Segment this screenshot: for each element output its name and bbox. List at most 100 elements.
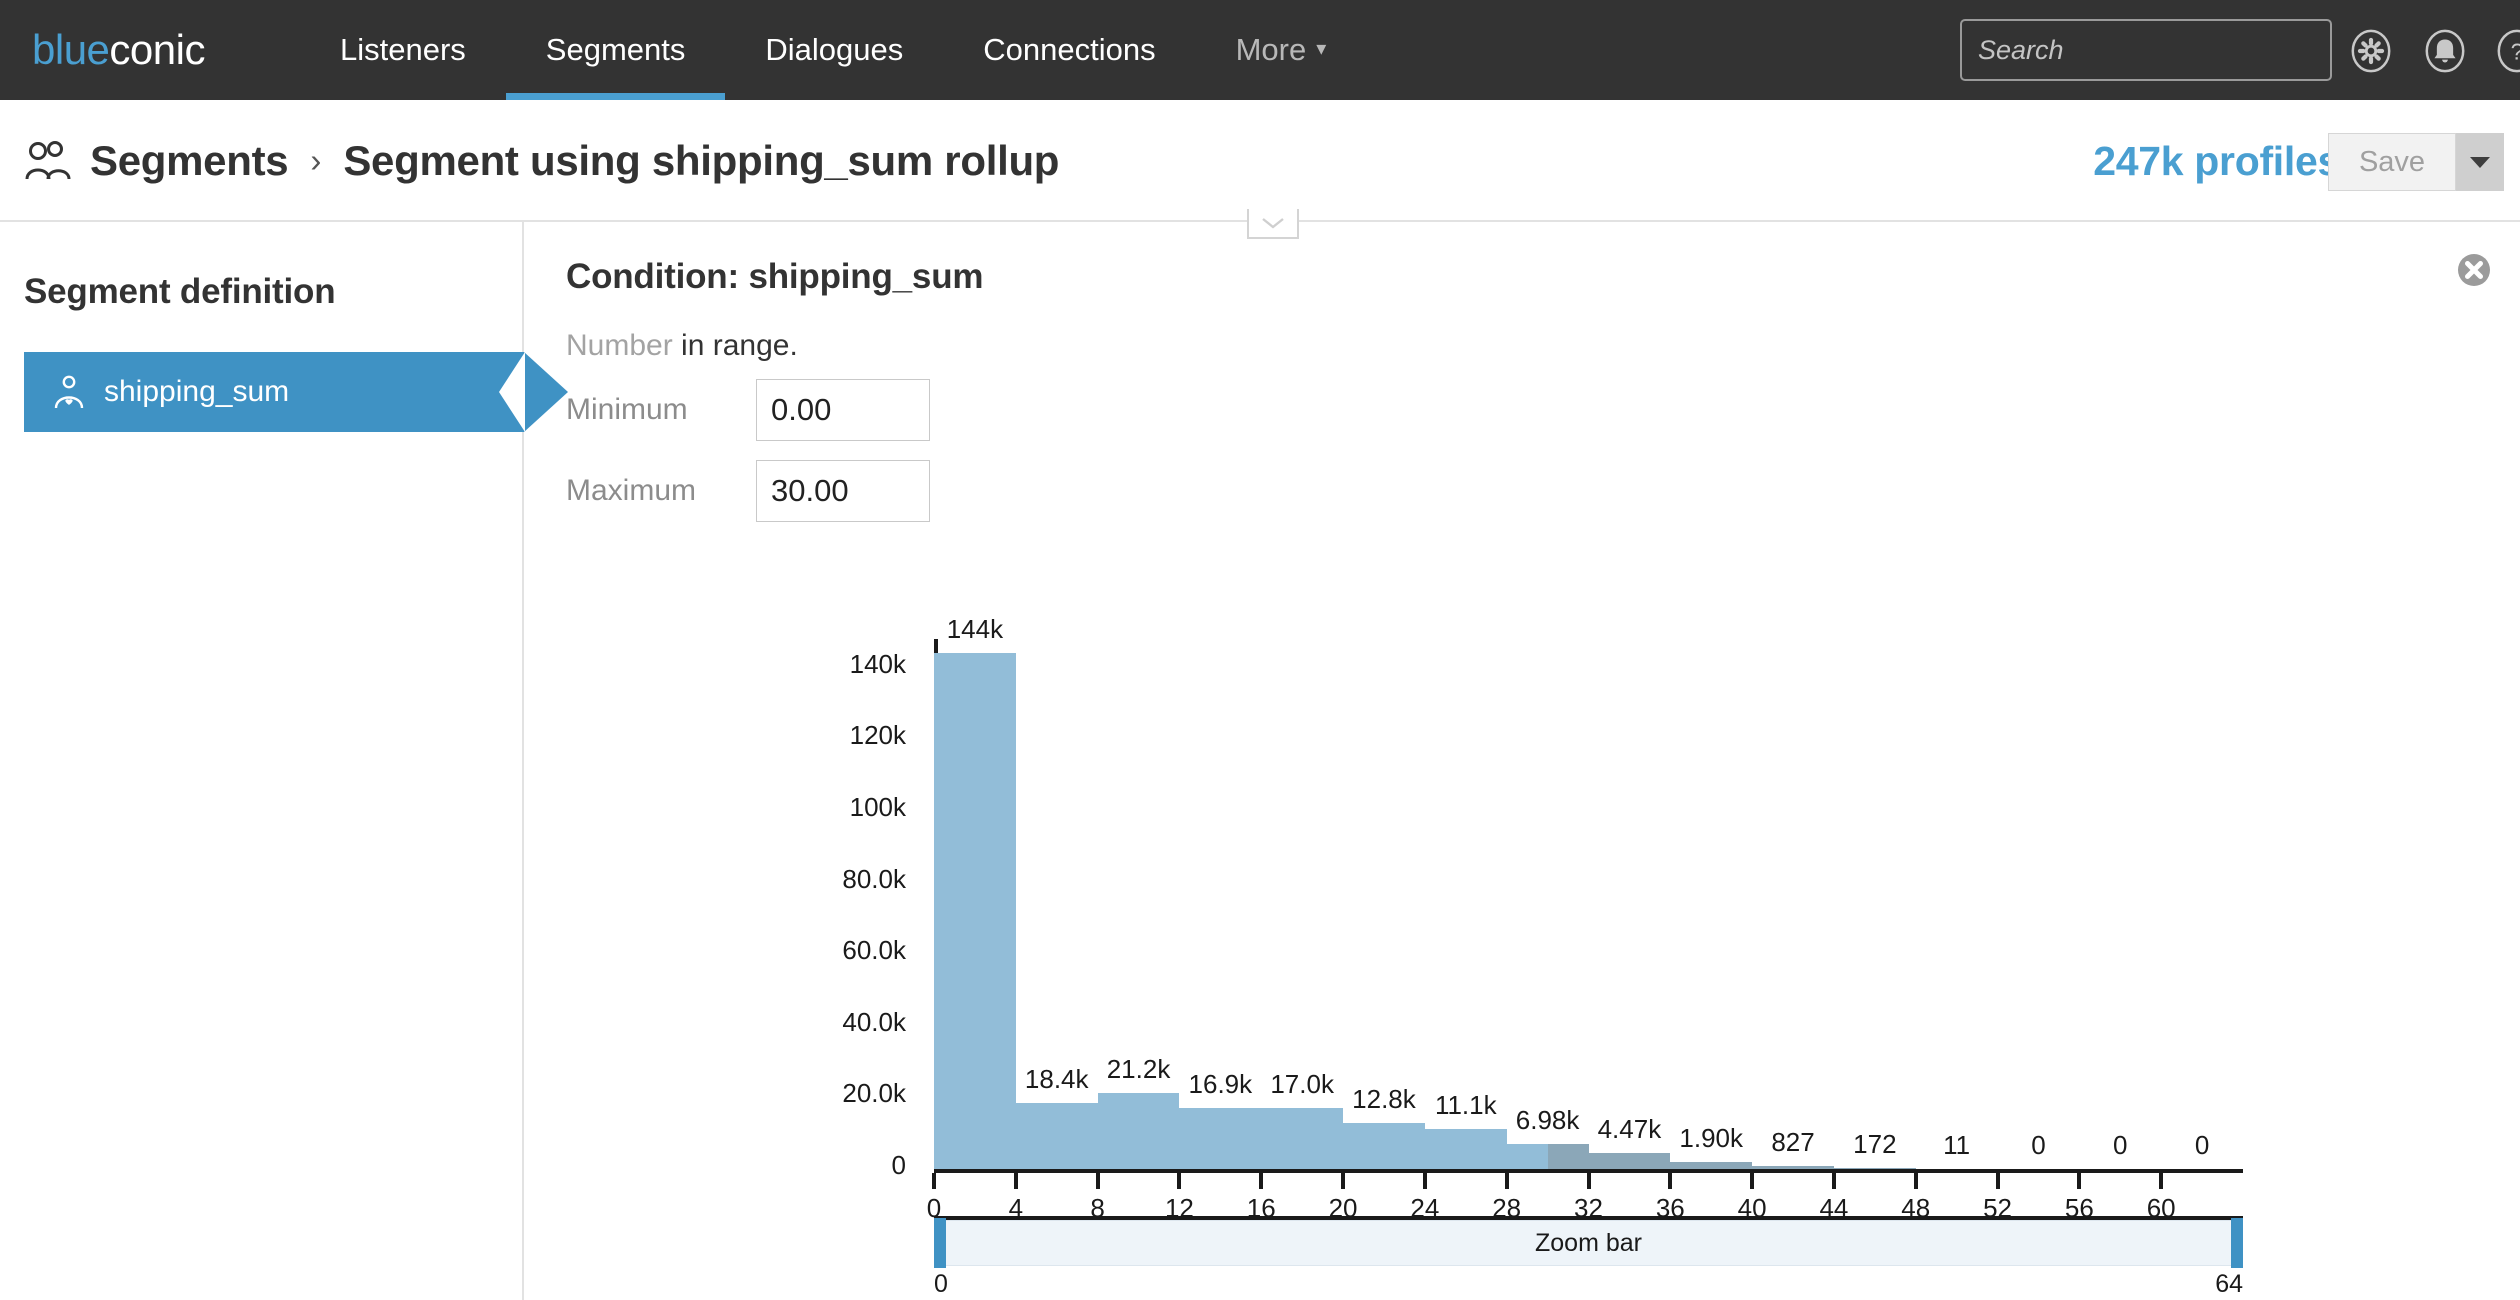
minimum-label: Minimum (566, 393, 688, 426)
maximum-input[interactable] (756, 460, 930, 522)
nav-item-listeners-label: Listeners (340, 32, 466, 67)
chart-bar-value-label: 11.1k (1434, 1090, 1497, 1121)
zoom-bar-right-handle[interactable] (2231, 1218, 2243, 1268)
zoom-bar-end-label: 64 (2215, 1270, 2243, 1298)
chart-bar[interactable]: 18.4k (1015, 1064, 1098, 1169)
chevron-down-icon: ▾ (1316, 37, 1327, 60)
chart-bar[interactable]: 21.2k (1097, 1054, 1180, 1169)
chart-bar[interactable]: 172 (1833, 1129, 1916, 1169)
y-tick-label: 140k (849, 648, 906, 679)
nav-item-segments-label: Segments (545, 32, 686, 67)
save-dropdown-button[interactable] (2456, 133, 2504, 191)
x-tick-mark (1668, 1173, 1673, 1189)
chart-bar[interactable]: 16.9k (1179, 1069, 1262, 1169)
y-tick-label: 0 (891, 1150, 906, 1180)
chart-bar-out-of-range-segment (1670, 1162, 1753, 1169)
profile-count: 247k profiles (2093, 137, 2340, 184)
chart-bar-value-label: 12.8k (1352, 1084, 1416, 1115)
chart-bar-out-of-range-segment (1833, 1168, 1916, 1169)
chart-bar-in-range-segment (1424, 1129, 1507, 1169)
bell-icon[interactable] (2422, 28, 2468, 74)
zoom-bar-left-handle[interactable] (934, 1218, 946, 1268)
page-title: Segment using shipping_sum rollup (343, 137, 1060, 184)
chart-bar[interactable]: 4.47k (1588, 1114, 1671, 1169)
people-icon (25, 141, 71, 180)
zoom-bar-start-label: 0 (934, 1270, 948, 1298)
breadcrumb-separator: › (310, 142, 322, 179)
minimum-input[interactable] (756, 379, 930, 441)
x-tick-mark (932, 1173, 936, 1189)
chart-bar-value-label: 0 (2194, 1130, 2210, 1160)
chart-plot-area: 0 20.0k 40.0k 60.0k 80.0k 100k 120k 140k 0 4 8 12 1… (842, 614, 2243, 1223)
maximum-label: Maximum (566, 474, 697, 507)
nav-item-connections-label: Connections (983, 32, 1156, 67)
search-input[interactable] (1978, 34, 2337, 66)
nav-item-connections[interactable]: Connections (943, 0, 1195, 100)
breadcrumb-segments-link[interactable]: Segments (24, 137, 289, 185)
search-box[interactable] (1960, 19, 2337, 81)
svg-text:?: ? (2511, 39, 2520, 65)
chart-bar-out-of-range-segment (1547, 1144, 1589, 1169)
y-tick-label: 20.0k (842, 1078, 906, 1109)
save-button[interactable]: Save (2328, 133, 2456, 191)
profile-icon (54, 375, 84, 409)
y-tick-label: 120k (849, 720, 906, 751)
gear-icon[interactable] (2348, 28, 2394, 74)
x-tick-mark (1750, 1173, 1755, 1189)
close-icon[interactable] (2456, 252, 2492, 288)
chart-bar[interactable]: 17.0k (1261, 1069, 1344, 1169)
zoom-bar-track[interactable]: Zoom bar (934, 1220, 2243, 1266)
chart-bar-in-range-segment (934, 653, 1016, 1169)
top-navigation-bar: blue conic Listeners Segments Dialogues C… (0, 0, 2520, 100)
chart-bar-value-label: 144k (946, 614, 1004, 645)
y-tick-label: 80.0k (842, 863, 906, 894)
condition-type-label: Number (566, 329, 673, 362)
chart-bar-value-label: 11 (1943, 1129, 1971, 1160)
x-tick-mark (1913, 1173, 1918, 1189)
condition-operator-label: in range. (672, 329, 798, 362)
chart-bar[interactable]: 144k (934, 614, 1016, 1169)
condition-title: Condition: shipping_sum (566, 257, 984, 296)
x-tick-mark (2077, 1173, 2082, 1189)
nav-item-dialogues[interactable]: Dialogues (725, 0, 943, 100)
maximum-field-row: Maximum (566, 460, 930, 522)
x-tick-mark (1095, 1173, 1100, 1189)
chart-bar-value-label: 4.47k (1597, 1114, 1662, 1144)
nav-item-dialogues-label: Dialogues (765, 32, 904, 67)
collapse-panel-handle[interactable] (1247, 209, 1299, 239)
chart-bar-in-range-segment (1343, 1123, 1425, 1169)
y-tick-label: 40.0k (842, 1006, 906, 1037)
chart-bar[interactable]: 11.1k (1424, 1090, 1507, 1169)
chart-bar-value-label: 827 (1771, 1127, 1815, 1158)
condition-subtitle: Number in range. (566, 329, 798, 363)
chart-bar-in-range-segment (1261, 1108, 1344, 1169)
primary-nav-links: Listeners Segments Dialogues Connections… (300, 0, 1366, 100)
x-tick-mark (1259, 1173, 1264, 1189)
x-tick-mark (1995, 1173, 2000, 1189)
chart-bar[interactable]: 6.98k (1506, 1105, 1589, 1169)
chart-bar[interactable]: 12.8k (1343, 1084, 1425, 1169)
sidebar-item-shipping-sum[interactable]: shipping_sum (24, 352, 568, 432)
sidebar-item-label: shipping_sum (104, 375, 290, 408)
help-icon[interactable]: ? (2494, 28, 2520, 74)
nav-item-more[interactable]: More ▾ (1196, 0, 1367, 100)
chart-bar-out-of-range-segment (1752, 1166, 1834, 1169)
zoom-bar-label: Zoom bar (1535, 1228, 1642, 1257)
chart-bar-value-label: 0 (2031, 1130, 2046, 1160)
chart-bar[interactable]: 1.90k (1670, 1123, 1753, 1169)
x-tick-mark (1341, 1173, 1346, 1189)
chart-bar-out-of-range-segment (1588, 1153, 1671, 1169)
logo-text-blue: blue (32, 26, 110, 73)
chart-bar-in-range-segment (1506, 1144, 1548, 1169)
breadcrumb-root-label: Segments (90, 137, 289, 184)
chart-bar[interactable]: 827 (1752, 1127, 1834, 1169)
y-tick-label: 100k (849, 791, 906, 822)
x-tick-mark (1504, 1173, 1509, 1189)
blueconic-logo[interactable]: blue conic (32, 0, 205, 100)
chart-bar-in-range-segment (1097, 1093, 1180, 1169)
x-tick-mark (2159, 1173, 2164, 1189)
chart-bar-value-label: 16.9k (1188, 1069, 1253, 1100)
nav-item-segments[interactable]: Segments (505, 0, 726, 100)
nav-item-more-label: More (1235, 32, 1307, 67)
nav-item-listeners[interactable]: Listeners (300, 0, 506, 100)
